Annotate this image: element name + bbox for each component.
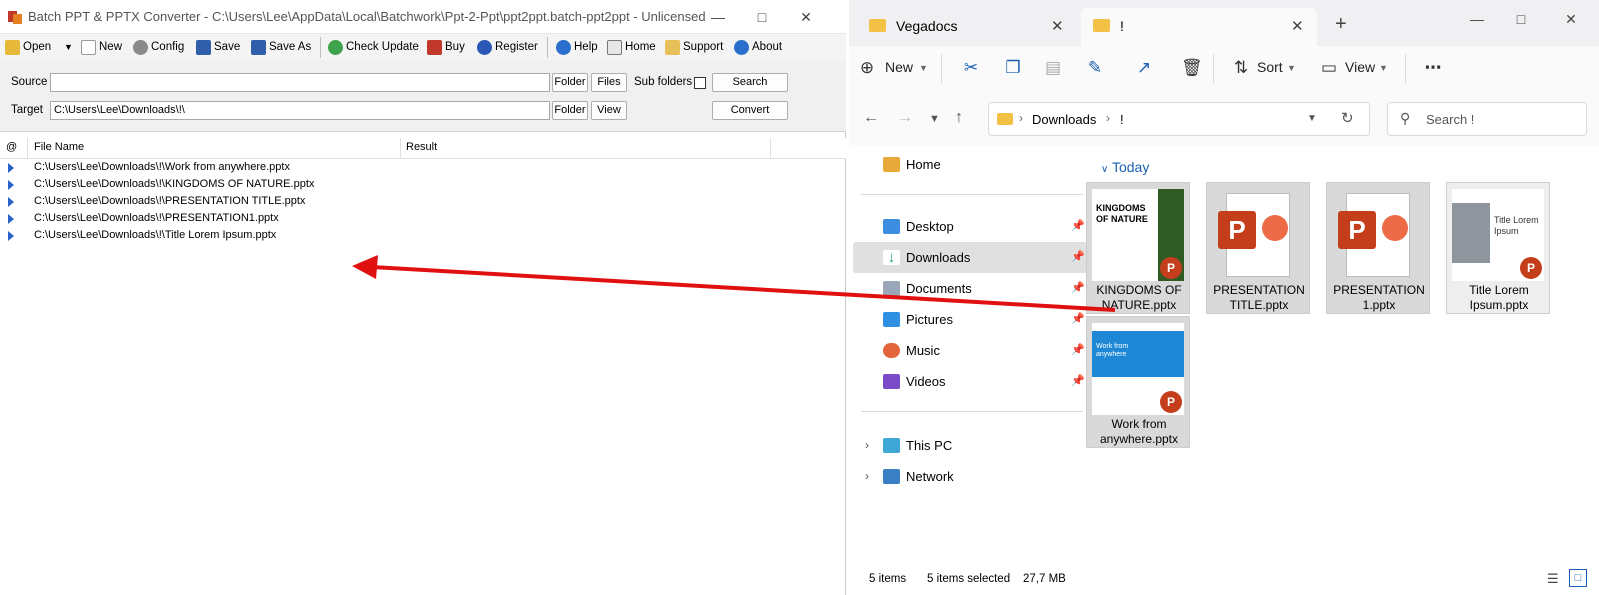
drag-arrow-line — [371, 265, 1116, 312]
drag-arrow-overlay — [352, 255, 1116, 312]
drag-arrow-head-icon — [352, 255, 378, 279]
